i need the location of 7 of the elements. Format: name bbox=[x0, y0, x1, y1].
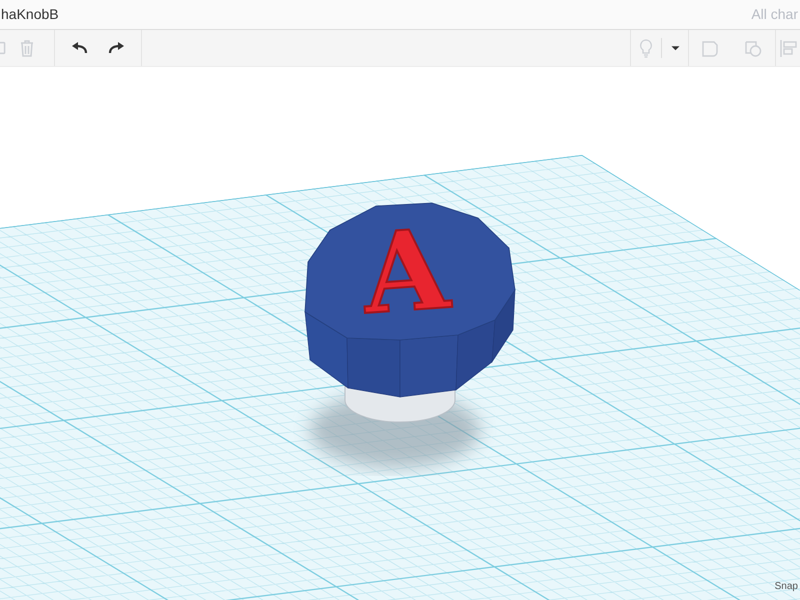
snap-label: Snap bbox=[774, 580, 798, 594]
design-title[interactable]: haKnobB bbox=[1, 4, 59, 25]
save-status: All char bbox=[751, 5, 798, 24]
knob-model-drawing[interactable] bbox=[304, 202, 516, 422]
align-icon bbox=[778, 38, 798, 58]
model-letter: A bbox=[358, 204, 453, 339]
caret-icon bbox=[670, 46, 680, 50]
